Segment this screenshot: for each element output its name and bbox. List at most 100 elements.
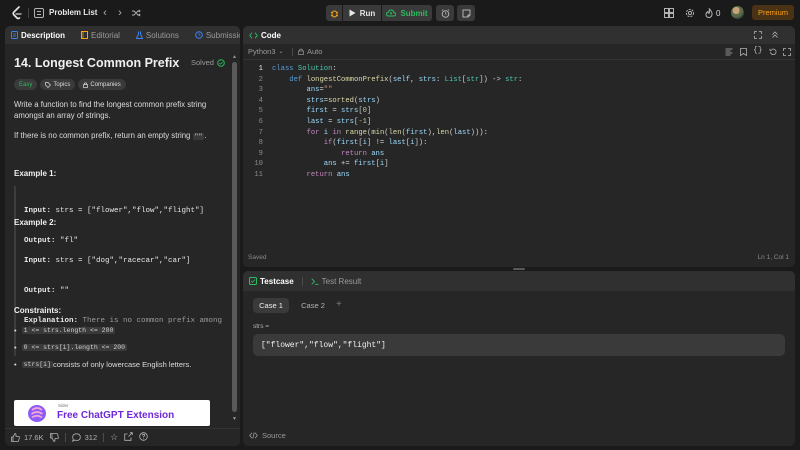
book-icon [81, 31, 89, 39]
streak-counter[interactable]: 0 [705, 7, 720, 19]
example-1-title: Example 1: [14, 169, 57, 178]
tab-submissions[interactable]: Submissions [195, 31, 240, 40]
play-icon [349, 9, 356, 17]
tab-solutions[interactable]: Solutions [135, 30, 179, 40]
source-label: Source [262, 431, 286, 440]
settings-gear-icon[interactable] [685, 8, 695, 18]
flame-icon [705, 8, 713, 18]
checkbox-icon [249, 277, 257, 285]
dislike-button[interactable] [49, 433, 59, 442]
toolbar-separator [292, 48, 293, 56]
ad-small-text: Sider [58, 403, 69, 408]
debug-button[interactable] [326, 5, 342, 21]
bug-icon [330, 10, 338, 17]
run-label: Run [359, 8, 376, 18]
chevron-down-icon: ⌄ [278, 49, 284, 55]
braces-icon[interactable]: {} [753, 46, 763, 55]
case-tab-1[interactable]: Case 1 [253, 298, 289, 313]
collapse-icon[interactable] [771, 31, 779, 41]
like-button[interactable]: 17.6K [11, 433, 44, 442]
description-panel: Description Editorial Solutions Submissi… [5, 26, 240, 446]
alarm-clock-icon [441, 8, 449, 18]
terminal-icon [311, 277, 319, 285]
submit-button[interactable]: Submit [382, 5, 432, 21]
testcase-panel: Testcase Test Result Case 1 Case 2 + str… [243, 271, 795, 446]
streak-count: 0 [716, 8, 721, 18]
comments-button[interactable]: 312 [71, 433, 97, 442]
problem-paragraph: Write a function to find the longest com… [14, 100, 207, 120]
cloud-upload-icon [386, 9, 397, 17]
reset-icon[interactable] [769, 48, 777, 58]
favorite-star-icon[interactable]: ☆ [110, 432, 118, 443]
tab-editorial-label: Editorial [91, 30, 120, 40]
tag-icon [45, 81, 52, 88]
case-tab-2-label: Case 2 [301, 301, 325, 310]
example-2-block: Input: strs = ["dog","racecar","car"] Ou… [14, 236, 229, 356]
comment-icon [71, 433, 81, 442]
code-editor[interactable]: 1 2345 6789 10 11 class Solution: def lon… [243, 64, 795, 249]
difficulty-badge: Easy [14, 79, 38, 90]
premium-button[interactable]: Premium [752, 5, 794, 20]
tab-test-result[interactable]: Test Result [311, 277, 361, 286]
source-button[interactable]: Source [249, 431, 286, 440]
description-scroll-thumb[interactable] [232, 62, 237, 412]
tag-row: Easy Topics Companies [14, 79, 129, 90]
topics-label: Topics [53, 81, 71, 88]
code-content: class Solution: def longestCommonPrefix(… [272, 65, 523, 179]
problem-title: 14. Longest Common Prefix [14, 56, 180, 70]
share-icon[interactable] [124, 432, 133, 443]
splitter-handle[interactable] [513, 268, 525, 270]
thumbs-up-icon [11, 433, 20, 442]
language-select[interactable]: Python3 ⌄ [248, 47, 284, 56]
shuffle-icon[interactable] [131, 8, 141, 18]
timer-button[interactable] [436, 5, 454, 21]
lock-icon [298, 48, 304, 55]
prev-problem-icon[interactable]: ‹ [100, 7, 110, 19]
format-icon[interactable] [725, 48, 733, 58]
user-avatar[interactable] [731, 6, 744, 19]
case-tab-2[interactable]: Case 2 [295, 298, 331, 313]
scroll-up-arrow-icon[interactable]: ▲ [232, 54, 237, 60]
empty-string-code: "" [192, 133, 205, 140]
line-number-gutter: 1 2345 6789 10 11 [254, 65, 263, 179]
description-scroll-track[interactable]: ▲ ▼ [232, 54, 237, 424]
testcase-tabs: Testcase Test Result [243, 271, 795, 291]
notes-button[interactable] [457, 5, 475, 21]
run-button[interactable]: Run [343, 5, 381, 21]
add-case-button[interactable]: + [336, 299, 342, 310]
problem-list-link[interactable]: Problem List [49, 8, 97, 17]
case-tab-1-label: Case 1 [259, 301, 283, 310]
companies-tag[interactable]: Companies [78, 79, 126, 90]
maximize-icon[interactable] [754, 31, 762, 41]
ad-title: Free ChatGPT Extension [57, 410, 175, 421]
next-problem-icon[interactable]: › [115, 7, 125, 19]
description-footer: 17.6K 312 ☆ [5, 428, 240, 446]
help-icon[interactable] [139, 432, 148, 443]
language-value: Python3 [248, 47, 276, 56]
history-icon [195, 31, 203, 39]
code-brackets-icon [249, 432, 258, 439]
constraint-item: • 1 <= strs.length <= 200 [14, 326, 116, 335]
tab-description[interactable]: Description [11, 31, 65, 40]
tab-editorial[interactable]: Editorial [81, 31, 120, 40]
note-icon [462, 9, 470, 17]
tab-solutions-label: Solutions [145, 30, 179, 40]
tab-code[interactable]: Code [249, 31, 281, 40]
tab-testcase[interactable]: Testcase [249, 277, 294, 286]
leetcode-logo-icon[interactable] [11, 6, 23, 20]
like-count: 17.6K [24, 433, 44, 442]
lock-icon [83, 81, 89, 88]
autocomplete-mode[interactable]: Auto [298, 47, 322, 56]
footer-separator [103, 433, 105, 442]
topics-tag[interactable]: Topics [40, 79, 76, 90]
param-value: ["flower","flow","flight"] [261, 340, 386, 350]
tab-testcase-label: Testcase [260, 276, 294, 286]
param-value-input[interactable]: ["flower","flow","flight"] [253, 334, 785, 356]
scroll-down-arrow-icon[interactable]: ▼ [232, 416, 237, 422]
ad-banner[interactable]: Sider Free ChatGPT Extension [14, 400, 210, 426]
list-icon[interactable] [34, 8, 44, 18]
fullscreen-icon[interactable] [783, 48, 791, 58]
bookmark-icon[interactable] [740, 48, 747, 58]
param-label: strs = [253, 323, 270, 330]
layout-grid-icon[interactable] [664, 8, 674, 18]
